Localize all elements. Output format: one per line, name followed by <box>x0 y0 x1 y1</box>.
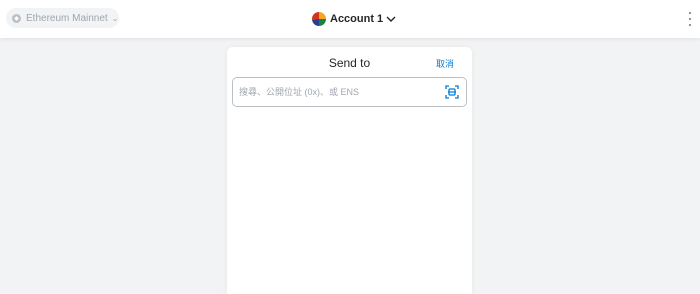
network-selector[interactable]: ◆ Ethereum Mainnet ⌄ <box>6 8 119 28</box>
recipient-search-input[interactable] <box>239 87 434 97</box>
cancel-button[interactable]: 取消 <box>436 57 454 70</box>
account-avatar-icon <box>312 12 326 26</box>
network-label: Ethereum Mainnet <box>26 12 108 24</box>
account-name: Account 1 <box>330 13 384 25</box>
qr-scan-icon[interactable] <box>445 85 459 99</box>
app-header: ◆ Ethereum Mainnet ⌄ Account 1 <box>0 0 700 38</box>
recipient-search-field[interactable] <box>232 77 467 107</box>
account-selector[interactable]: Account 1 <box>312 10 396 28</box>
chevron-down-icon: ⌄ <box>111 13 119 23</box>
ethereum-icon: ◆ <box>12 13 21 23</box>
kebab-menu-icon[interactable] <box>688 12 692 26</box>
recipient-list-area <box>239 139 459 289</box>
chevron-down-icon <box>386 16 396 22</box>
send-panel: Send to 取消 <box>227 47 472 294</box>
